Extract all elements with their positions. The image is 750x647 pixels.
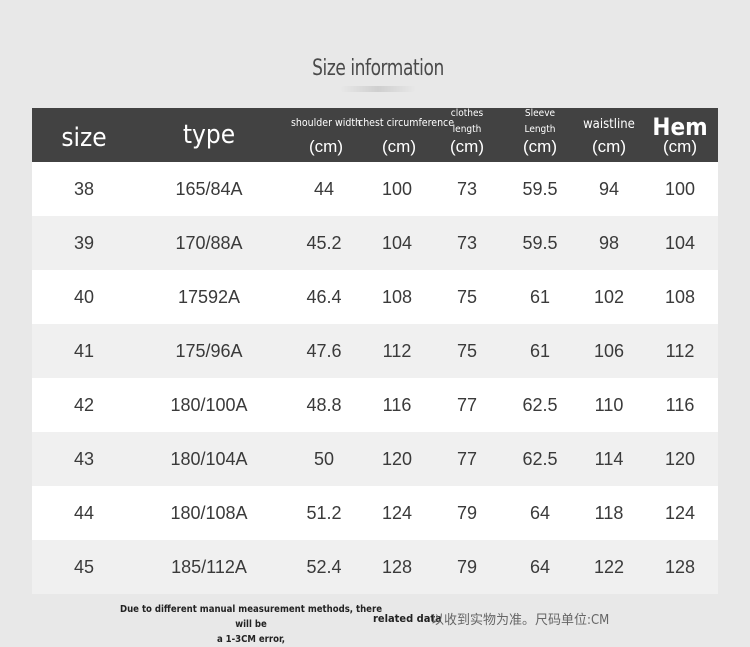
table-header: size type shoulder width (cm) chest circ…: [32, 108, 718, 162]
page-title: Size information: [312, 56, 444, 81]
cell-shoulder: 52.4: [306, 557, 342, 577]
cell-waistline: 118: [594, 503, 624, 523]
cell-type: 180/104A: [170, 449, 248, 469]
table-row: 44 180/108A 51.2 124 79 64 118 124: [32, 486, 718, 540]
measurement-note: Due to different manual measurement meth…: [116, 602, 386, 647]
cell-shoulder: 50: [313, 449, 335, 469]
cell-size: 43: [73, 449, 95, 469]
cell-chest: 120: [381, 449, 413, 469]
cell-type: 17592A: [177, 287, 241, 307]
cell-size: 45: [73, 557, 95, 577]
cell-shoulder: 48.8: [306, 395, 342, 415]
cell-sleeve-length: 62.5: [522, 449, 558, 469]
header-clothes-length: clothes length (cm): [450, 108, 484, 156]
cell-hem: 104: [664, 233, 696, 253]
cell-chest: 128: [381, 557, 413, 577]
cell-hem: 116: [665, 395, 695, 415]
cell-size: 41: [73, 341, 95, 361]
cell-type: 175/96A: [175, 341, 243, 361]
cell-size: 39: [73, 233, 95, 253]
cell-shoulder: 44: [313, 179, 335, 199]
cell-clothes-length: 79: [456, 557, 478, 577]
cell-shoulder: 46.4: [306, 287, 342, 307]
cell-sleeve-length: 59.5: [522, 179, 558, 199]
cell-chest: 100: [381, 179, 413, 199]
cell-waistline: 122: [593, 557, 625, 577]
header-size: size: [61, 123, 107, 153]
header-shoulder: shoulder width (cm): [290, 117, 362, 156]
table-row: 40 17592A 46.4 108 75 61 102 108: [32, 270, 718, 324]
cell-sleeve-length: 61: [529, 341, 551, 361]
cell-sleeve-length: 64: [529, 557, 551, 577]
cell-waistline: 98: [598, 233, 620, 253]
measurement-note-line1: Due to different manual measurement meth…: [119, 604, 382, 630]
cell-chest: 108: [381, 287, 413, 307]
cell-waistline: 110: [594, 395, 624, 415]
table-row: 45 185/112A 52.4 128 79 64 122 128: [32, 540, 718, 594]
cell-type: 165/84A: [175, 179, 243, 199]
header-type: type: [182, 120, 236, 150]
table-row: 42 180/100A 48.8 116 77 62.5 110 116: [32, 378, 718, 432]
table-row: 41 175/96A 47.6 112 75 61 106 112: [32, 324, 718, 378]
cell-clothes-length: 77: [456, 449, 478, 469]
cell-waistline: 114: [594, 449, 624, 469]
cell-hem: 124: [664, 503, 696, 523]
cell-type: 170/88A: [175, 233, 243, 253]
cell-hem: 120: [664, 449, 696, 469]
cell-sleeve-length: 64: [529, 503, 551, 523]
cell-chest: 124: [381, 503, 413, 523]
cell-clothes-length: 75: [456, 341, 478, 361]
table-row: 38 165/84A 44 100 73 59.5 94 100: [32, 162, 718, 216]
cell-chest: 104: [381, 233, 413, 253]
table-row: 39 170/88A 45.2 104 73 59.5 98 104: [32, 216, 718, 270]
cell-shoulder: 45.2: [306, 233, 342, 253]
cell-type: 180/108A: [170, 503, 248, 523]
chinese-note: 以收到实物为准。尺码单位:CM: [431, 613, 610, 628]
cell-type: 180/100A: [170, 395, 248, 415]
cell-size: 38: [73, 179, 95, 199]
cell-hem: 108: [664, 287, 696, 307]
cell-waistline: 106: [593, 341, 625, 361]
cell-size: 44: [73, 503, 95, 523]
cell-chest: 116: [382, 395, 412, 415]
cell-clothes-length: 75: [456, 287, 478, 307]
cell-clothes-length: 73: [456, 179, 478, 199]
header-sleeve-length: Sleeve Length (cm): [523, 108, 557, 156]
cell-clothes-length: 77: [456, 395, 478, 415]
cell-type: 185/112A: [171, 557, 247, 577]
header-hem: Hem (cm): [652, 113, 708, 156]
cell-sleeve-length: 61: [529, 287, 551, 307]
size-table: size type shoulder width (cm) chest circ…: [32, 108, 718, 594]
cell-size: 42: [73, 395, 95, 415]
cell-sleeve-length: 59.5: [522, 233, 558, 253]
header-chest: chest circumference (cm): [358, 117, 455, 156]
cell-shoulder: 47.6: [306, 341, 342, 361]
cell-hem: 128: [664, 557, 696, 577]
cell-hem: 100: [664, 179, 696, 199]
title-reflection: [340, 86, 416, 92]
cell-shoulder: 51.2: [306, 503, 342, 523]
cell-size: 40: [73, 287, 95, 307]
cell-clothes-length: 79: [456, 503, 478, 523]
cell-chest: 112: [382, 341, 412, 361]
cell-hem: 112: [665, 341, 695, 361]
table-row: 43 180/104A 50 120 77 62.5 114 120: [32, 432, 718, 486]
cell-sleeve-length: 62.5: [522, 395, 558, 415]
cell-waistline: 102: [593, 287, 625, 307]
cell-waistline: 94: [598, 179, 620, 199]
cell-clothes-length: 73: [456, 233, 478, 253]
header-waistline: waistline (cm): [583, 117, 635, 156]
